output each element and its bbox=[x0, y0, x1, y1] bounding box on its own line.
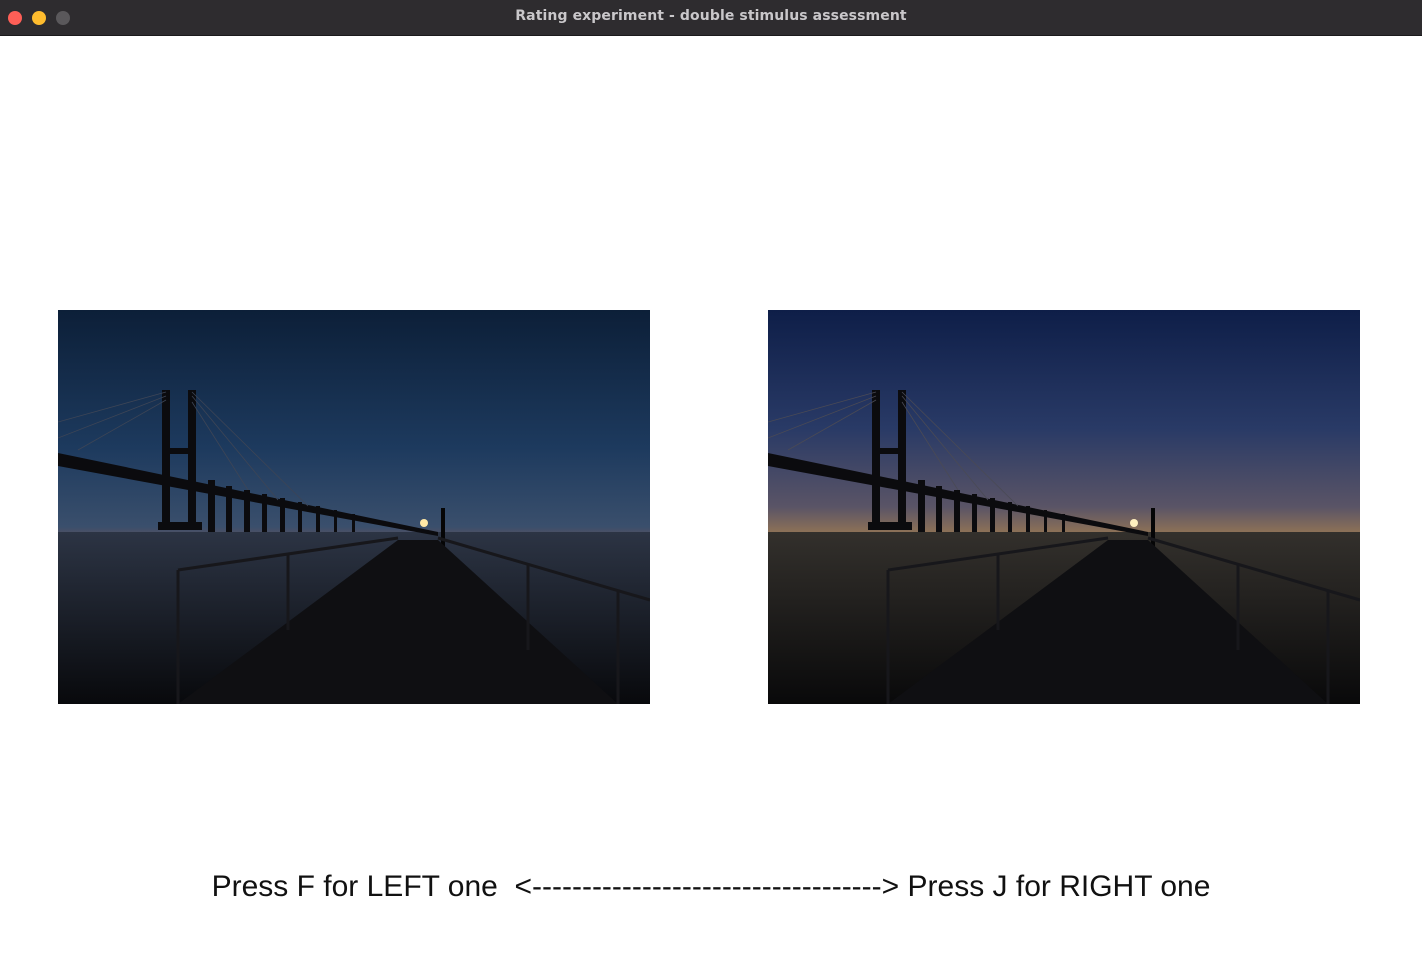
app-window: Rating experiment - double stimulus asse… bbox=[0, 0, 1422, 960]
left-stimulus-image bbox=[58, 310, 650, 704]
right-stimulus-image bbox=[768, 310, 1360, 704]
bridge-sunset-photo-left bbox=[58, 310, 650, 704]
response-instructions: Press F for LEFT one <------------------… bbox=[211, 870, 1211, 903]
title-bar[interactable]: Rating experiment - double stimulus asse… bbox=[0, 0, 1422, 36]
bridge-sunset-photo-right bbox=[768, 310, 1360, 704]
window-title: Rating experiment - double stimulus asse… bbox=[515, 8, 907, 24]
